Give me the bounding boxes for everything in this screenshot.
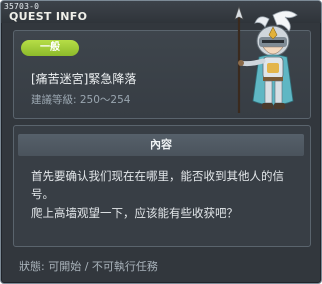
content-header: 內容 xyxy=(18,134,304,156)
quest-description-line-3: 爬上高墙观望一下，应该能有些收获吧？ xyxy=(31,206,238,220)
quest-name: [痛苦迷宮]緊急降落 xyxy=(31,72,137,86)
quest-category-badge: 一般 xyxy=(21,40,79,56)
quest-status-text: 狀態: 可開始 / 不可執行任務 xyxy=(19,260,158,273)
quest-description-line-2: 号。 xyxy=(31,187,54,201)
window-title: QUEST INFO xyxy=(9,10,88,23)
knight-npc-portrait-icon xyxy=(234,6,298,113)
quest-info-window: 35703-0 QUEST INFO 一般 [痛苦迷宮]緊急降落 建議等級: 2… xyxy=(0,0,322,284)
quest-recommended-level: 建議等級: 250～254 xyxy=(31,94,131,106)
quest-description-line-1: 首先要确认我们现在在哪里，能否收到其他人的信 xyxy=(31,169,284,183)
